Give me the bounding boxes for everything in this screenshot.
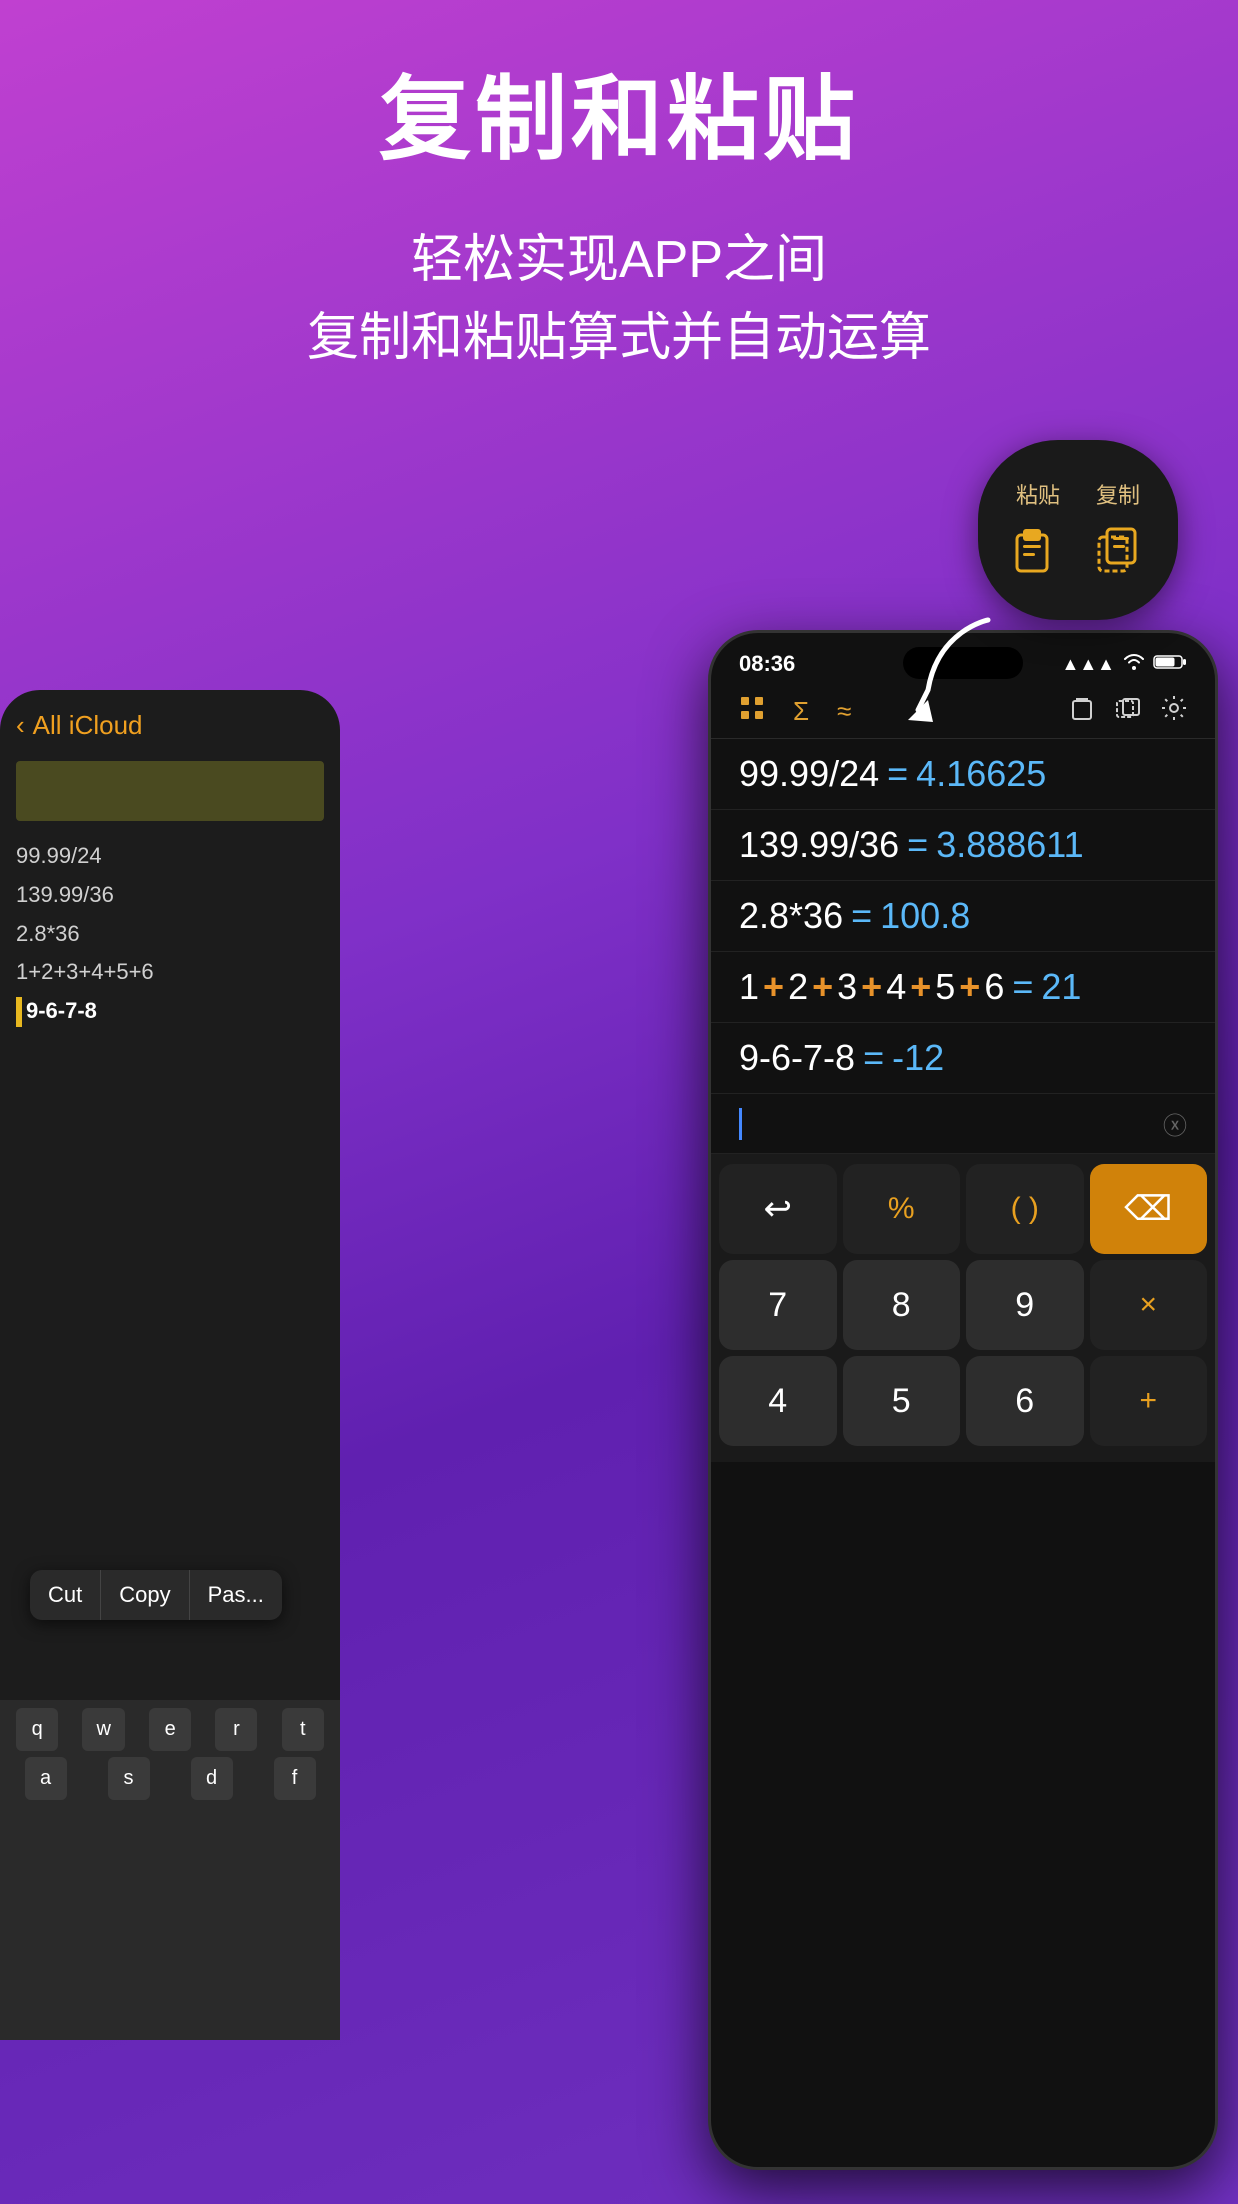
gear-icon[interactable] [1161,695,1187,728]
context-menu: Cut Copy Pas... [30,1570,282,1620]
floating-pill: 粘贴 复制 [978,440,1178,620]
wifi-icon [1123,654,1145,675]
key-4[interactable]: 4 [719,1356,837,1446]
copy-frame-icon[interactable] [1115,695,1141,728]
back-phone: ‹ All iCloud 99.99/24 139.99/36 2.8*36 1… [0,690,340,2040]
keyboard-row: q w e r t [4,1708,336,1751]
back-keyboard: q w e r t a s d f [0,1700,340,2040]
back-chevron-icon: ‹ [16,710,25,741]
key-a[interactable]: a [25,1757,67,1800]
key-t[interactable]: t [282,1708,324,1751]
calc-row: 2.8*36 = 100.8 [711,881,1215,952]
key-r[interactable]: r [215,1708,257,1751]
header-section: 复制和粘贴 轻松实现APP之间 复制和粘贴算式并自动运算 [0,0,1238,377]
cut-button[interactable]: Cut [30,1570,101,1620]
key-d[interactable]: d [191,1757,233,1800]
list-item: 139.99/36 [16,876,324,915]
status-icons: ▲▲▲ [1062,653,1187,676]
paste-label: 粘贴 [1016,478,1060,510]
key-plus[interactable]: + [1090,1356,1208,1446]
grid-icon[interactable] [739,695,765,728]
keypad-row-789: 7 8 9 × [719,1260,1207,1350]
key-f[interactable]: f [274,1757,316,1800]
arrow-connector [908,610,1008,735]
calc-row: 99.99/24 = 4.16625 [711,739,1215,810]
subtitle-line2: 复制和粘贴算式并自动运算 [0,299,1238,377]
front-phone: 08:36 👤 ▲▲▲ [708,630,1218,2170]
key-percent[interactable]: % [843,1164,961,1254]
signal-icon: ▲▲▲ [1062,654,1115,675]
page-title: 复制和粘贴 [0,70,1238,171]
key-s[interactable]: s [108,1757,150,1800]
note-header-bar [16,761,324,821]
back-nav: ‹ All iCloud [16,710,324,741]
list-item: 1+2+3+4+5+6 [16,953,324,992]
keypad: ↩ % ( ) ⌫ 7 8 9 × 4 5 6 + [711,1154,1215,1462]
key-w[interactable]: w [82,1708,124,1751]
sigma-icon[interactable]: Σ [793,696,809,727]
paste-icon[interactable] [1004,518,1068,582]
calc-row: 1 + 2 + 3 + 4 + 5 + 6 = 21 [711,952,1215,1023]
clear-icon[interactable]: ⓧ [1163,1106,1187,1141]
key-6[interactable]: 6 [966,1356,1084,1446]
key-5[interactable]: 5 [843,1356,961,1446]
subtitle-line1: 轻松实现APP之间 [0,221,1238,299]
battery-icon [1153,653,1187,676]
devices-wrapper: ‹ All iCloud 99.99/24 139.99/36 2.8*36 1… [0,630,1238,2204]
copy-icon[interactable] [1088,518,1152,582]
list-item-active: 9-6-7-8 [16,992,324,1031]
pill-icons [1004,518,1152,582]
input-cursor [739,1108,742,1140]
keypad-row-special: ↩ % ( ) ⌫ [719,1164,1207,1254]
key-8[interactable]: 8 [843,1260,961,1350]
input-row[interactable]: ⓧ [711,1094,1215,1154]
list-item: 99.99/24 [16,837,324,876]
calc-row: 139.99/36 = 3.888611 [711,810,1215,881]
copy-label: 复制 [1096,478,1140,510]
list-item: 2.8*36 [16,915,324,954]
back-title: All iCloud [33,710,143,741]
key-9[interactable]: 9 [966,1260,1084,1350]
toolbar-right [1069,695,1187,728]
text-cursor [16,997,22,1027]
key-7[interactable]: 7 [719,1260,837,1350]
keyboard-row: a s d f [4,1757,336,1800]
key-parens[interactable]: ( ) [966,1164,1084,1254]
key-multiply[interactable]: × [1090,1260,1208,1350]
copy-button[interactable]: Copy [101,1570,189,1620]
key-e[interactable]: e [149,1708,191,1751]
calc-row: 9-6-7-8 = -12 [711,1023,1215,1094]
clipboard-icon[interactable] [1069,695,1095,728]
approx-icon[interactable]: ≈ [837,696,851,727]
subtitle: 轻松实现APP之间 复制和粘贴算式并自动运算 [0,221,1238,377]
keypad-row-456: 4 5 6 + [719,1356,1207,1446]
paste-button[interactable]: Pas... [190,1570,282,1620]
key-backspace[interactable]: ⌫ [1090,1164,1208,1254]
key-q[interactable]: q [16,1708,58,1751]
toolbar-left: Σ ≈ [739,695,851,728]
calc-results: 99.99/24 = 4.16625 139.99/36 = 3.888611 … [711,739,1215,1154]
pill-labels: 粘贴 复制 [1016,478,1140,510]
key-return[interactable]: ↩ [719,1164,837,1254]
status-time: 08:36 [739,651,795,677]
note-list: 99.99/24 139.99/36 2.8*36 1+2+3+4+5+6 9-… [16,837,324,1031]
